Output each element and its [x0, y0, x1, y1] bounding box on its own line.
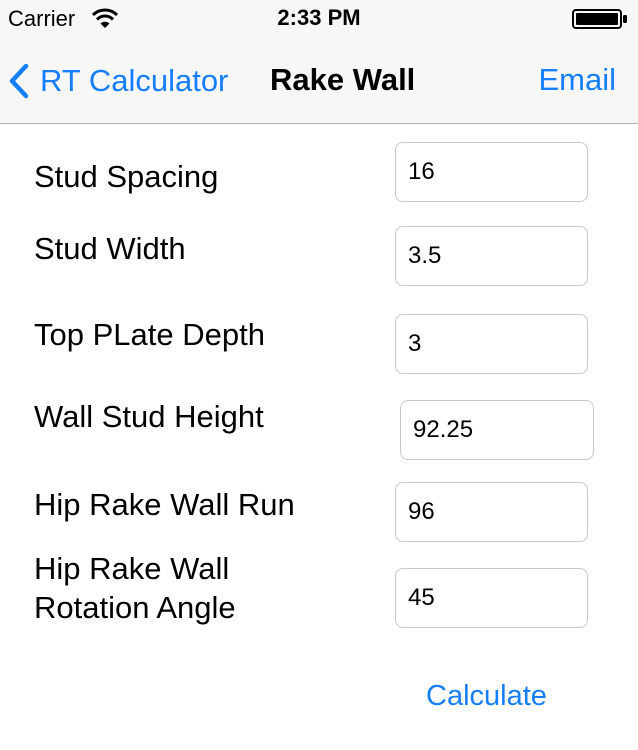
hip-rake-wall-rotation-angle-label-line1: Hip Rake Wall: [34, 551, 230, 586]
back-button[interactable]: RT Calculator: [8, 58, 228, 104]
back-button-label: RT Calculator: [40, 63, 229, 98]
stud-spacing-label: Stud Spacing: [34, 159, 219, 194]
navigation-bar: RT Calculator Rake Wall Email: [0, 40, 638, 124]
screen: Carrier 2:33 PM RT Calculator Rake Wall …: [0, 0, 638, 750]
page-title: Rake Wall: [270, 62, 416, 97]
calculate-button[interactable]: Calculate: [426, 680, 547, 713]
status-time: 2:33 PM: [277, 5, 361, 30]
stud-width-label: Stud Width: [34, 231, 186, 266]
status-bar: Carrier 2:33 PM: [0, 0, 638, 40]
chevron-left-icon: [9, 63, 29, 99]
hip-rake-wall-rotation-angle-field[interactable]: [395, 568, 588, 628]
top-plate-depth-label: Top PLate Depth: [34, 317, 265, 352]
hip-rake-wall-run-field[interactable]: [395, 482, 588, 542]
hip-rake-wall-run-label: Hip Rake Wall Run: [34, 487, 295, 522]
hip-rake-wall-rotation-angle-label-line2: Rotation Angle: [34, 590, 236, 625]
email-button[interactable]: Email: [538, 62, 616, 98]
wall-stud-height-field[interactable]: [400, 400, 594, 460]
wall-stud-height-label: Wall Stud Height: [34, 399, 264, 434]
top-plate-depth-field[interactable]: [395, 314, 588, 374]
battery-icon: [572, 9, 627, 29]
stud-spacing-field[interactable]: [395, 142, 588, 202]
stud-width-field[interactable]: [395, 226, 588, 286]
